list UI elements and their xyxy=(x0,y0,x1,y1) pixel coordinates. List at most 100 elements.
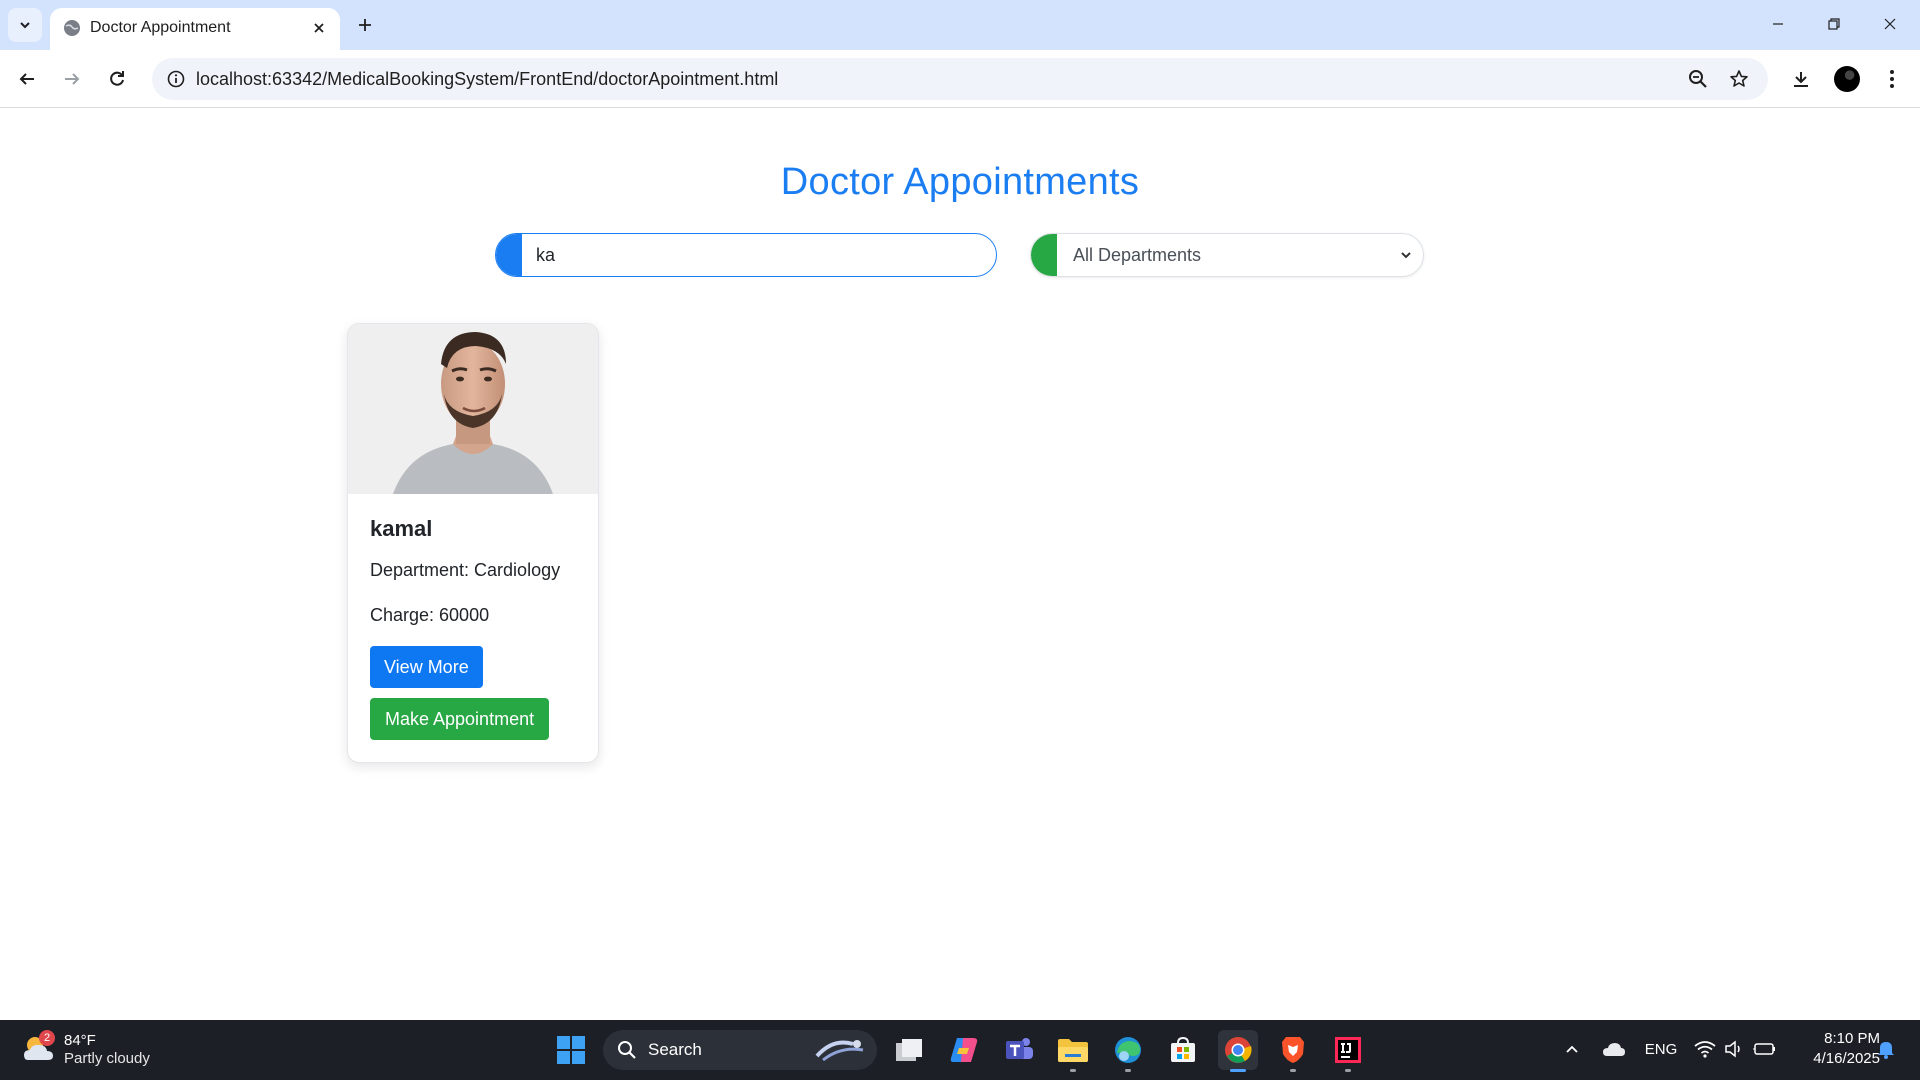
copilot-app[interactable] xyxy=(944,1030,984,1070)
department-select[interactable]: All Departments xyxy=(1057,234,1423,276)
volume-button[interactable] xyxy=(1722,1034,1746,1064)
department-accent-bar xyxy=(1031,234,1057,276)
weather-badge: 2 xyxy=(39,1030,55,1046)
globe-icon xyxy=(64,20,80,36)
running-indicator xyxy=(1125,1069,1131,1072)
bookmark-button[interactable] xyxy=(1723,63,1755,95)
tab-title: Doctor Appointment xyxy=(90,19,231,36)
page-content: Doctor Appointments All Departments xyxy=(0,109,1920,1020)
running-indicator xyxy=(1290,1069,1296,1072)
zoom-button[interactable] xyxy=(1682,63,1714,95)
downloads-button[interactable] xyxy=(1783,61,1819,97)
close-icon xyxy=(1884,18,1896,30)
star-icon xyxy=(1730,70,1748,87)
chevron-up-icon xyxy=(1566,1045,1578,1053)
doctor-card: kamal Department: Cardiology Charge: 600… xyxy=(347,323,599,763)
task-view-icon xyxy=(896,1039,922,1061)
minimize-button[interactable] xyxy=(1750,0,1806,48)
url-text: localhost:63342/MedicalBookingSystem/Fro… xyxy=(196,69,779,89)
department-selected-value: All Departments xyxy=(1073,244,1202,265)
network-button[interactable] xyxy=(1693,1034,1717,1064)
taskbar-search[interactable]: Search xyxy=(603,1030,877,1070)
file-explorer-app[interactable] xyxy=(1053,1030,1093,1072)
task-view-button[interactable] xyxy=(889,1030,929,1070)
chrome-icon xyxy=(1225,1037,1252,1063)
search-icon xyxy=(618,1041,636,1059)
weather-desc: Partly cloudy xyxy=(64,1050,150,1067)
doctor-charge: Charge: 60000 xyxy=(370,605,490,625)
intellij-icon xyxy=(1335,1037,1361,1063)
plus-icon xyxy=(359,19,371,31)
restore-icon xyxy=(1828,18,1840,30)
address-bar[interactable]: localhost:63342/MedicalBookingSystem/Fro… xyxy=(152,58,1768,100)
search-highlight-icon xyxy=(815,1040,864,1062)
doctor-search-input[interactable] xyxy=(522,234,996,276)
department-filter[interactable]: All Departments xyxy=(1030,233,1424,277)
language-indicator[interactable]: ENG xyxy=(1643,1034,1679,1064)
doctor-photo xyxy=(348,324,598,494)
clock-time: 8:10 PM xyxy=(1824,1030,1880,1047)
minimize-icon xyxy=(1773,23,1783,25)
reload-button[interactable] xyxy=(99,61,135,97)
notifications-button[interactable] xyxy=(1874,1034,1898,1064)
running-indicator xyxy=(1070,1069,1076,1072)
tab-doctor-appointment[interactable]: Doctor Appointment xyxy=(50,8,340,50)
chevron-down-icon xyxy=(1401,252,1411,259)
profile-button[interactable] xyxy=(1829,61,1865,97)
info-icon xyxy=(167,70,185,88)
new-tab-button[interactable] xyxy=(350,10,380,40)
browser-toolbar: localhost:63342/MedicalBookingSystem/Fro… xyxy=(0,50,1920,108)
make-appointment-button[interactable]: Make Appointment xyxy=(370,698,550,740)
microsoft-store-app[interactable] xyxy=(1163,1030,1203,1070)
chrome-app[interactable] xyxy=(1218,1030,1258,1072)
close-tab-button[interactable] xyxy=(306,15,332,41)
weather-widget[interactable]: 2 84°F Partly cloudy xyxy=(22,1030,182,1070)
doctor-name: kamal xyxy=(370,516,433,541)
clock-date: 4/16/2025 xyxy=(1813,1050,1880,1067)
battery-button[interactable] xyxy=(1752,1034,1778,1064)
cloud-icon xyxy=(1603,1043,1625,1056)
store-icon xyxy=(1171,1036,1195,1062)
restore-button[interactable] xyxy=(1806,0,1862,48)
battery-icon xyxy=(1753,1043,1775,1055)
windows-icon xyxy=(557,1036,585,1064)
arrow-right-icon xyxy=(65,73,80,85)
bell-icon xyxy=(1878,1042,1894,1059)
running-indicator xyxy=(1345,1069,1351,1072)
language-label: ENG xyxy=(1644,1040,1678,1058)
wifi-icon xyxy=(1694,1041,1716,1058)
taskbar-search-label: Search xyxy=(648,1040,702,1059)
forward-button[interactable] xyxy=(54,61,90,97)
browser-menu-button[interactable] xyxy=(1874,61,1910,97)
show-hidden-icons-button[interactable] xyxy=(1560,1034,1584,1064)
taskbar: 2 84°F Partly cloudy Search ENG 8:10 PM … xyxy=(0,1020,1920,1080)
weather-temp: 84°F xyxy=(64,1032,96,1049)
intellij-app[interactable] xyxy=(1328,1030,1368,1072)
page-title: Doctor Appointments xyxy=(780,161,1140,203)
tab-search-button[interactable] xyxy=(8,8,42,42)
close-icon xyxy=(314,23,324,33)
teams-icon xyxy=(1006,1038,1033,1059)
zoom-out-icon xyxy=(1689,70,1707,88)
brave-app[interactable] xyxy=(1273,1030,1313,1072)
view-more-button[interactable]: View More xyxy=(370,646,483,688)
start-button[interactable] xyxy=(551,1030,591,1070)
chevron-down-icon xyxy=(20,22,30,29)
close-window-button[interactable] xyxy=(1862,0,1918,48)
site-info-button[interactable] xyxy=(160,63,192,95)
avatar xyxy=(1834,66,1860,92)
search-accent-bar xyxy=(496,234,522,276)
onedrive-button[interactable] xyxy=(1599,1034,1629,1064)
back-button[interactable] xyxy=(9,61,45,97)
search-box xyxy=(495,233,997,277)
browser-tab-strip: Doctor Appointment xyxy=(0,0,1920,50)
download-icon xyxy=(1794,72,1808,87)
edge-icon xyxy=(1115,1037,1141,1063)
copilot-icon xyxy=(950,1038,978,1062)
active-indicator xyxy=(1230,1069,1246,1072)
teams-app[interactable] xyxy=(999,1030,1039,1070)
arrow-left-icon xyxy=(19,73,34,85)
more-vertical-icon xyxy=(1890,70,1894,88)
system-clock[interactable]: 8:10 PM 4/16/2025 xyxy=(1790,1029,1880,1069)
edge-app[interactable] xyxy=(1108,1030,1148,1072)
